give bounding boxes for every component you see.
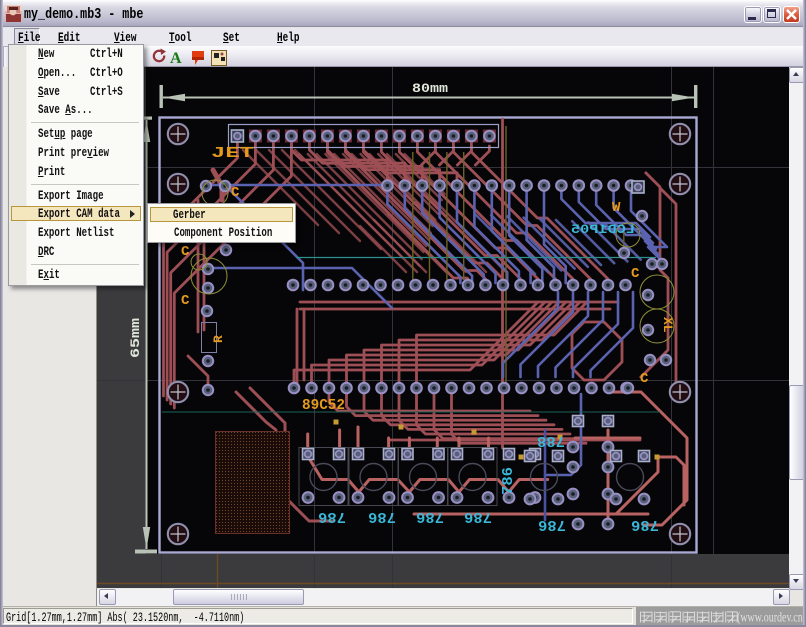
svg-text:786: 786: [631, 516, 659, 533]
svg-text:65mm: 65mm: [128, 318, 143, 358]
svg-text:786: 786: [500, 467, 517, 495]
svg-text:C: C: [181, 293, 190, 309]
svg-text:A: A: [170, 50, 182, 67]
svg-text:R: R: [211, 335, 226, 343]
svg-text:C: C: [181, 244, 190, 260]
svg-text:89C52: 89C52: [302, 397, 345, 414]
svg-text:C: C: [231, 185, 240, 201]
svg-text:XL: XL: [660, 317, 675, 333]
svg-text:C: C: [640, 371, 649, 387]
svg-text:786: 786: [318, 508, 346, 525]
svg-text:80mm: 80mm: [412, 81, 448, 96]
svg-text:LCD1P05: LCD1P05: [571, 222, 635, 237]
svg-text:JET: JET: [211, 145, 254, 162]
svg-text:786: 786: [538, 516, 566, 533]
svg-text:W: W: [612, 200, 621, 216]
svg-text:788: 788: [537, 432, 565, 449]
svg-text:(www.ourdev.cn): (www.ourdev.cn): [737, 611, 806, 626]
svg-text:C: C: [631, 266, 640, 282]
svg-text:786: 786: [464, 508, 492, 525]
svg-text:786: 786: [416, 508, 444, 525]
svg-text:786: 786: [368, 508, 396, 525]
